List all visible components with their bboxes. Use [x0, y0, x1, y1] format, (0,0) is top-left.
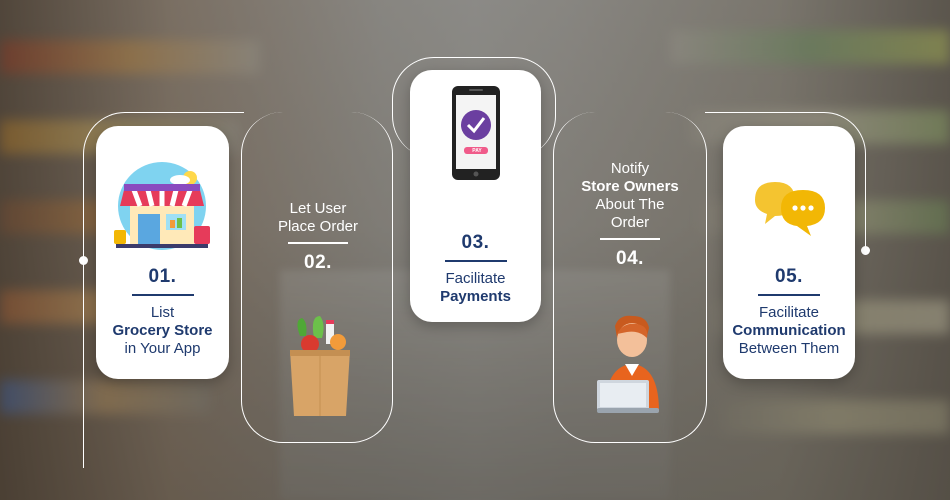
step-text-bold: Store Owners: [581, 178, 679, 195]
step-number: 04.: [616, 248, 644, 269]
step-number: 05.: [775, 266, 803, 287]
step-text-line: Facilitate: [758, 304, 820, 321]
step-text-line: Notify: [610, 160, 650, 177]
chat-bubbles-icon: [755, 182, 825, 236]
step-divider: [288, 242, 348, 244]
grocery-store-icon: [114, 162, 210, 250]
grocery-bag-icon: [290, 316, 350, 416]
step-text-line: Facilitate: [445, 270, 506, 287]
step-number: 03.: [461, 232, 490, 253]
mobile-payment-icon: [452, 86, 500, 180]
step-text-line: Place Order: [277, 218, 359, 235]
step-text-line: Order: [610, 214, 650, 231]
step-card-5: 05. Facilitate Communication Between The…: [723, 126, 855, 379]
step-number: 01.: [148, 266, 177, 287]
store-owner-laptop-icon: [597, 315, 659, 413]
step-divider: [131, 294, 194, 296]
step-label-4: Notify Store Owners About The Order 04.: [568, 160, 692, 270]
step-divider: [444, 260, 507, 262]
connector-dot-left: [79, 256, 88, 265]
step-text-line: Between Them: [738, 340, 840, 357]
step-divider: [600, 238, 660, 240]
step-text-line: About The: [595, 196, 665, 213]
pay-label: PAY: [472, 148, 482, 154]
step-card-1: 01. List Grocery Store in Your App: [96, 126, 229, 379]
step-text-bold: Grocery Store: [112, 322, 213, 339]
step-number: 02.: [304, 252, 332, 273]
step-card-3: PAY 03. Facilitate Payments: [410, 70, 541, 322]
step-label-2: Let User Place Order 02.: [258, 200, 378, 274]
step-text-bold: Payments: [440, 288, 511, 305]
step-text-line: Let User: [289, 200, 347, 217]
step-divider: [758, 294, 820, 296]
step-text-line: List: [150, 304, 175, 321]
connector-dot-right: [861, 246, 870, 255]
step-text-line: in Your App: [124, 340, 201, 357]
step-text-bold: Communication: [732, 322, 846, 339]
